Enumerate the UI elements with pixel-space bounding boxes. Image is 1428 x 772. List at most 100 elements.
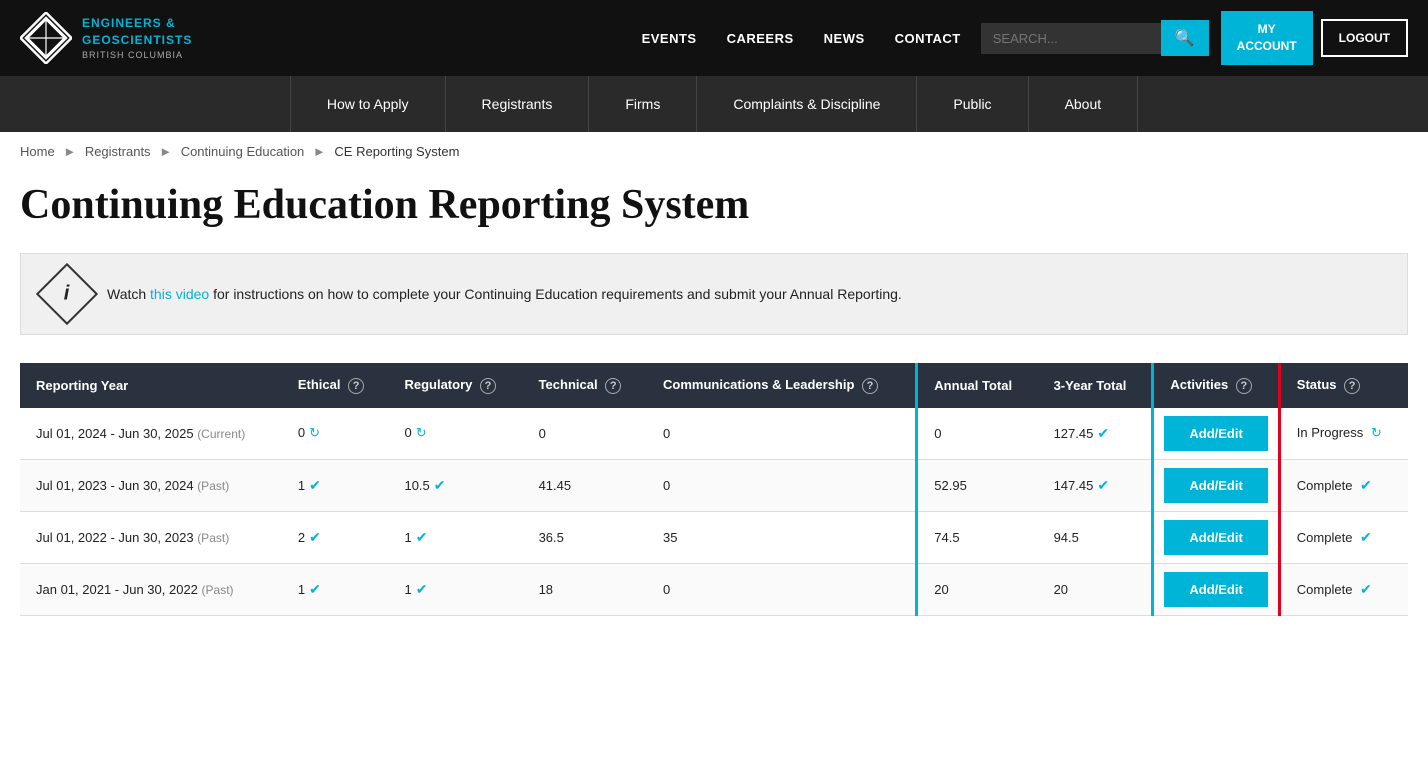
top-nav: EVENTS CAREERS NEWS CONTACT — [642, 31, 961, 46]
refresh-icon: ↻ — [416, 425, 427, 440]
info-icon: i — [36, 263, 98, 325]
breadcrumb-home[interactable]: Home — [20, 144, 55, 159]
nav-about[interactable]: About — [1029, 76, 1139, 132]
check-icon: ✔ — [434, 477, 446, 493]
cell-regulatory: 10.5✔ — [388, 459, 522, 511]
breadcrumb-sep-2: ► — [159, 144, 172, 159]
col-header-status: Status ? — [1279, 363, 1408, 408]
status-text: In Progress — [1297, 425, 1363, 440]
add-edit-button[interactable]: Add/Edit — [1164, 416, 1267, 451]
status-text: Complete — [1297, 582, 1353, 597]
status-text: Complete — [1297, 530, 1353, 545]
breadcrumb-current: CE Reporting System — [334, 144, 459, 159]
cell-comms: 0 — [647, 563, 917, 615]
cell-status: Complete ✔ — [1279, 459, 1408, 511]
col-header-regulatory: Regulatory ? — [388, 363, 522, 408]
col-header-comms: Communications & Leadership ? — [647, 363, 917, 408]
my-account-button[interactable]: MYACCOUNT — [1221, 11, 1313, 65]
status-check-icon: ✔ — [1360, 581, 1372, 597]
cell-regulatory: 1✔ — [388, 511, 522, 563]
nav-firms[interactable]: Firms — [589, 76, 697, 132]
check-icon: ✔ — [416, 529, 428, 545]
nav-registrants[interactable]: Registrants — [446, 76, 590, 132]
ethical-help-icon[interactable]: ? — [348, 378, 364, 394]
search-button[interactable]: 🔍 — [1161, 20, 1209, 56]
check-icon: ✔ — [1097, 477, 1109, 493]
table-row: Jul 01, 2024 - Jun 30, 2025 (Current) 0↻… — [20, 408, 1408, 460]
col-header-annual-total: Annual Total — [917, 363, 1038, 408]
status-refresh-icon: ↻ — [1371, 425, 1382, 440]
cell-status: Complete ✔ — [1279, 563, 1408, 615]
cell-year: Jan 01, 2021 - Jun 30, 2022 (Past) — [20, 563, 282, 615]
comms-help-icon[interactable]: ? — [862, 378, 878, 394]
logo-icon — [20, 12, 72, 64]
breadcrumb-registrants[interactable]: Registrants — [85, 144, 151, 159]
check-icon: ✔ — [416, 581, 428, 597]
breadcrumb-sep-1: ► — [63, 144, 76, 159]
status-check-icon: ✔ — [1360, 477, 1372, 493]
nav-complaints-discipline[interactable]: Complaints & Discipline — [697, 76, 917, 132]
check-icon: ✔ — [1097, 425, 1109, 441]
nav-careers[interactable]: CAREERS — [727, 31, 794, 46]
nav-public[interactable]: Public — [917, 76, 1028, 132]
nav-contact[interactable]: CONTACT — [895, 31, 961, 46]
cell-technical: 36.5 — [523, 511, 647, 563]
logo-text: ENGINEERS & GEOSCIENTISTS BRITISH COLUMB… — [82, 15, 192, 61]
search-area: 🔍 — [981, 20, 1209, 56]
status-help-icon[interactable]: ? — [1344, 378, 1360, 394]
check-icon: ✔ — [309, 477, 321, 493]
add-edit-button[interactable]: Add/Edit — [1164, 520, 1267, 555]
regulatory-help-icon[interactable]: ? — [480, 378, 496, 394]
page-content: Continuing Education Reporting System i … — [0, 171, 1428, 646]
ce-table: Reporting Year Ethical ? Regulatory ? Te… — [20, 363, 1408, 616]
cell-annual-total: 74.5 — [917, 511, 1038, 563]
cell-3year-total: 127.45✔ — [1038, 408, 1153, 460]
col-header-activities: Activities ? — [1153, 363, 1279, 408]
add-edit-button[interactable]: Add/Edit — [1164, 468, 1267, 503]
cell-regulatory: 1✔ — [388, 563, 522, 615]
add-edit-button[interactable]: Add/Edit — [1164, 572, 1267, 607]
cell-3year-total: 94.5 — [1038, 511, 1153, 563]
refresh-icon: ↻ — [309, 425, 320, 440]
cell-annual-total: 20 — [917, 563, 1038, 615]
table-row: Jan 01, 2021 - Jun 30, 2022 (Past) 1✔ 1✔… — [20, 563, 1408, 615]
activities-help-icon[interactable]: ? — [1236, 378, 1252, 394]
secondary-nav: How to Apply Registrants Firms Complaint… — [0, 76, 1428, 132]
nav-events[interactable]: EVENTS — [642, 31, 697, 46]
col-header-technical: Technical ? — [523, 363, 647, 408]
table-wrapper: Reporting Year Ethical ? Regulatory ? Te… — [20, 363, 1408, 616]
cell-technical: 18 — [523, 563, 647, 615]
breadcrumb: Home ► Registrants ► Continuing Educatio… — [0, 132, 1428, 171]
breadcrumb-continuing-education[interactable]: Continuing Education — [181, 144, 305, 159]
cell-activities: Add/Edit — [1153, 563, 1279, 615]
cell-3year-total: 20 — [1038, 563, 1153, 615]
nav-how-to-apply[interactable]: How to Apply — [290, 76, 446, 132]
breadcrumb-sep-3: ► — [313, 144, 326, 159]
cell-ethical: 1✔ — [282, 563, 389, 615]
check-icon: ✔ — [309, 581, 321, 597]
cell-comms: 35 — [647, 511, 917, 563]
table-header-row: Reporting Year Ethical ? Regulatory ? Te… — [20, 363, 1408, 408]
table-row: Jul 01, 2023 - Jun 30, 2024 (Past) 1✔ 10… — [20, 459, 1408, 511]
logout-button[interactable]: LOGOUT — [1321, 19, 1408, 57]
cell-technical: 41.45 — [523, 459, 647, 511]
search-input[interactable] — [981, 23, 1161, 54]
table-container: Reporting Year Ethical ? Regulatory ? Te… — [20, 363, 1408, 616]
cell-technical: 0 — [523, 408, 647, 460]
cell-ethical: 0↻ — [282, 408, 389, 460]
cell-year: Jul 01, 2022 - Jun 30, 2023 (Past) — [20, 511, 282, 563]
cell-status: In Progress ↻ — [1279, 408, 1408, 460]
cell-comms: 0 — [647, 459, 917, 511]
cell-year: Jul 01, 2024 - Jun 30, 2025 (Current) — [20, 408, 282, 460]
cell-activities: Add/Edit — [1153, 408, 1279, 460]
info-box: i Watch this video for instructions on h… — [20, 253, 1408, 335]
logo-area: ENGINEERS & GEOSCIENTISTS BRITISH COLUMB… — [20, 12, 192, 64]
nav-news[interactable]: NEWS — [824, 31, 865, 46]
technical-help-icon[interactable]: ? — [605, 378, 621, 394]
col-header-ethical: Ethical ? — [282, 363, 389, 408]
info-video-link[interactable]: this video — [150, 286, 209, 302]
cell-ethical: 2✔ — [282, 511, 389, 563]
cell-regulatory: 0↻ — [388, 408, 522, 460]
cell-ethical: 1✔ — [282, 459, 389, 511]
cell-annual-total: 0 — [917, 408, 1038, 460]
